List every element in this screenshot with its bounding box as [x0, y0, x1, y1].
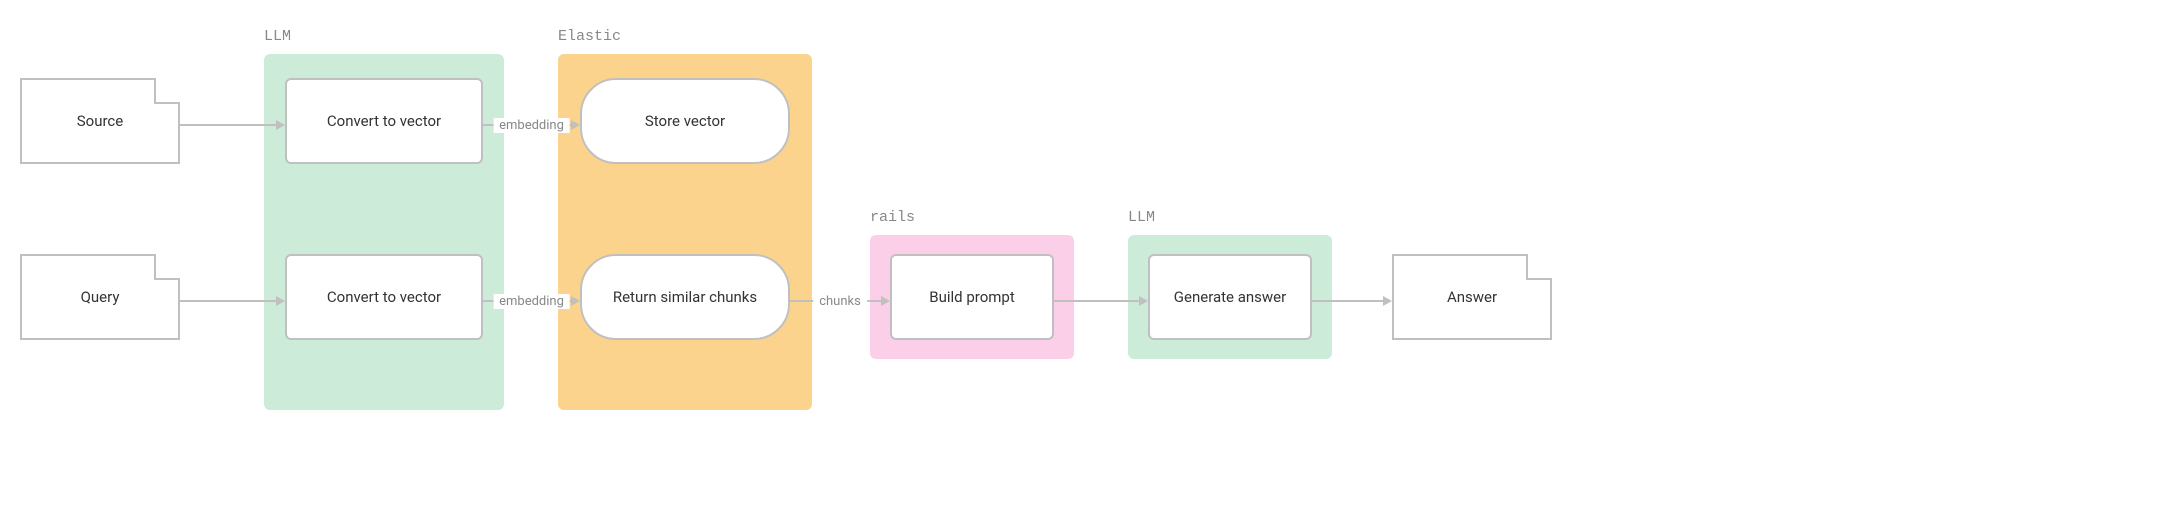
arrow-line [180, 300, 277, 302]
node-source: Source [20, 78, 180, 164]
node-convert-2: Convert to vector [285, 254, 483, 340]
node-query: Query [20, 254, 180, 340]
arrow-line [1312, 300, 1384, 302]
node-label: Source [77, 112, 123, 130]
arrow-line [1054, 300, 1140, 302]
arrow-convert-to-store: embedding [483, 120, 580, 130]
node-convert-1: Convert to vector [285, 78, 483, 164]
arrow-build-to-generate [1054, 296, 1148, 306]
node-store-vector: Store vector [580, 78, 790, 164]
group-label-llm-2: LLM [1128, 209, 1155, 226]
node-label: Store vector [645, 112, 725, 130]
arrow-generate-to-answer [1312, 296, 1392, 306]
arrow-convert-to-return: embedding [483, 296, 580, 306]
node-label: Convert to vector [327, 288, 441, 306]
node-label: Build prompt [929, 288, 1015, 306]
arrow-head-icon [881, 296, 890, 306]
node-build-prompt: Build prompt [890, 254, 1054, 340]
node-label: Answer [1447, 288, 1497, 306]
arrow-line [180, 124, 277, 126]
group-label-elastic: Elastic [558, 28, 621, 45]
node-label: Return similar chunks [613, 288, 757, 306]
arrow-head-icon [571, 120, 580, 130]
arrow-label: chunks [813, 294, 867, 309]
arrow-source-to-convert [180, 120, 285, 130]
flow-diagram: LLM Elastic rails LLM Source Query Conve… [0, 0, 2158, 520]
arrow-head-icon [276, 296, 285, 306]
node-return-chunks: Return similar chunks [580, 254, 790, 340]
group-label-rails: rails [870, 209, 915, 226]
arrow-head-icon [1139, 296, 1148, 306]
arrow-head-icon [1383, 296, 1392, 306]
arrow-return-to-build: chunks [790, 296, 890, 306]
node-label: Generate answer [1174, 288, 1286, 306]
arrow-head-icon [571, 296, 580, 306]
arrow-label: embedding [493, 118, 570, 133]
node-answer: Answer [1392, 254, 1552, 340]
node-label: Convert to vector [327, 112, 441, 130]
group-label-llm-1: LLM [264, 28, 291, 45]
arrow-head-icon [276, 120, 285, 130]
node-label: Query [81, 288, 120, 306]
arrow-query-to-convert [180, 296, 285, 306]
node-generate-answer: Generate answer [1148, 254, 1312, 340]
arrow-label: embedding [493, 294, 570, 309]
